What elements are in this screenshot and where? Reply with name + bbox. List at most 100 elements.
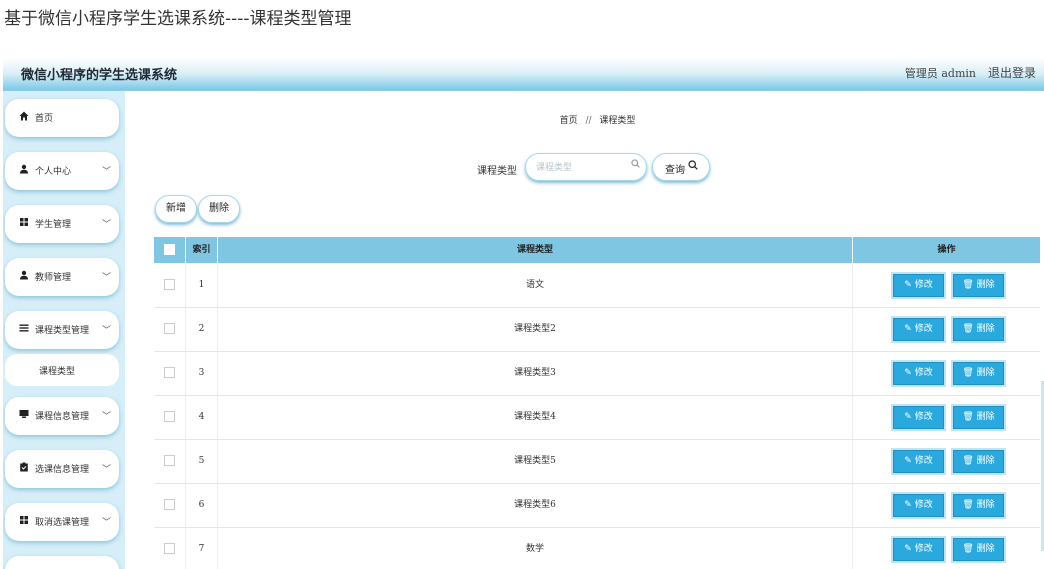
sidebar-item-home[interactable]: 首页 [5,99,119,137]
row-index: 3 [186,352,218,395]
row-select-cell [154,528,186,569]
trash-icon: 🗑 [962,412,974,422]
trash-icon: 🗑 [962,456,974,466]
edit-button[interactable]: ✎ 修改 [893,494,944,517]
edit-icon: ✎ [904,412,912,422]
sidebar-item-selection-info-management[interactable]: 选课信息管理 ﹀ [5,450,119,488]
batch-delete-button[interactable]: 删除 [198,195,240,223]
add-button[interactable]: 新增 [155,195,197,223]
table-row: 6 课程类型6 ✎ 修改 🗑 删除 [154,484,1040,528]
delete-button-label: 删除 [976,500,995,510]
row-index: 1 [186,264,218,307]
delete-button[interactable]: 🗑 删除 [953,538,1004,561]
table-row: 5 课程类型5 ✎ 修改 🗑 删除 [154,440,1040,484]
row-select-cell [154,440,186,483]
main-content: 首页 // 课程类型 课程类型 查询 新增 删除 索引 课程类型 [125,91,1044,569]
row-checkbox[interactable] [164,411,175,422]
select-all-checkbox[interactable] [164,244,175,255]
row-checkbox[interactable] [164,455,175,466]
row-operations: ✎ 修改 🗑 删除 [853,352,1040,395]
query-button[interactable]: 查询 [652,153,710,181]
edit-button[interactable]: ✎ 修改 [893,450,944,473]
search-icon [631,159,640,171]
sidebar-item-personal-center[interactable]: 个人中心 ﹀ [5,152,119,190]
home-icon [19,111,29,123]
grid-icon [19,515,29,527]
search-input[interactable] [534,159,628,176]
delete-button-label: 删除 [976,412,995,422]
breadcrumb-home[interactable]: 首页 [560,116,578,126]
row-index: 2 [186,308,218,351]
search-icon [688,160,698,173]
row-operations: ✎ 修改 🗑 删除 [853,440,1040,483]
top-bar: 微信小程序的学生选课系统 管理员 admin 退出登录 [3,58,1044,91]
chevron-down-icon: ﹀ [101,167,111,177]
chevron-down-icon: ﹀ [101,518,111,528]
current-user: 管理员 admin [904,67,976,80]
sidebar-subitem-course-type[interactable]: 课程类型 [5,354,119,386]
header-operations: 操作 [937,245,956,255]
query-button-label: 查询 [665,165,685,176]
row-operations: ✎ 修改 🗑 删除 [853,484,1040,527]
logout-link[interactable]: 退出登录 [988,64,1036,81]
row-checkbox[interactable] [164,323,175,334]
row-checkbox[interactable] [164,499,175,510]
table-row: 4 课程类型4 ✎ 修改 🗑 删除 [154,396,1040,440]
table-header: 索引 课程类型 操作 [154,237,1040,263]
edit-button[interactable]: ✎ 修改 [893,538,944,561]
header-index: 索引 [186,237,218,263]
row-course-type: 语文 [218,264,853,307]
row-checkbox[interactable] [164,543,175,554]
delete-button[interactable]: 🗑 删除 [953,318,1004,341]
delete-button[interactable]: 🗑 删除 [953,362,1004,385]
row-checkbox[interactable] [164,279,175,290]
row-index: 6 [186,484,218,527]
delete-button-label: 删除 [976,456,995,466]
edit-button-label: 修改 [914,456,933,466]
sidebar-item-label: 课程信息管理 [35,412,90,422]
edit-button[interactable]: ✎ 修改 [893,318,944,341]
sidebar-item-label: 取消选课管理 [35,518,90,528]
person-icon [19,270,29,282]
delete-button-label: 删除 [976,544,995,554]
delete-button[interactable]: 🗑 删除 [953,406,1004,429]
row-select-cell [154,484,186,527]
edit-button-label: 修改 [914,280,933,290]
delete-button[interactable]: 🗑 删除 [953,494,1004,517]
trash-icon: 🗑 [962,324,974,334]
sidebar-item-course-type-management[interactable]: 课程类型管理 ﹀ [5,311,119,349]
chevron-down-icon: ﹀ [101,220,111,230]
trash-icon: 🗑 [962,280,974,290]
row-checkbox[interactable] [164,367,175,378]
sidebar-item-teacher-management[interactable]: 教师管理 ﹀ [5,258,119,296]
chevron-down-icon: ﹀ [101,412,111,422]
delete-button[interactable]: 🗑 删除 [953,450,1004,473]
row-select-cell [154,396,186,439]
table-row: 3 课程类型3 ✎ 修改 🗑 删除 [154,352,1040,396]
select-all-cell [154,237,186,263]
row-index: 5 [186,440,218,483]
edit-button[interactable]: ✎ 修改 [893,406,944,429]
chevron-down-icon: ﹀ [101,465,111,475]
edit-button-label: 修改 [914,544,933,554]
sidebar-item-cancel-selection-management[interactable]: 取消选课管理 ﹀ [5,503,119,541]
monitor-icon [19,409,29,421]
trash-icon: 🗑 [962,544,974,554]
row-course-type: 数学 [218,528,853,569]
sidebar-item-course-info-management[interactable]: 课程信息管理 ﹀ [5,397,119,435]
delete-button[interactable]: 🗑 删除 [953,274,1004,297]
edit-button-label: 修改 [914,500,933,510]
edit-button[interactable]: ✎ 修改 [893,274,944,297]
sidebar-item-student-management[interactable]: 学生管理 ﹀ [5,205,119,243]
sidebar-subitem-label: 课程类型 [39,367,76,377]
sidebar-item-partial[interactable] [5,556,119,569]
row-course-type: 课程类型6 [218,484,853,527]
edit-button[interactable]: ✎ 修改 [893,362,944,385]
breadcrumb-current: 课程类型 [599,116,636,126]
trash-icon: 🗑 [962,500,974,510]
breadcrumb: 首页 // 课程类型 [125,113,1044,126]
edit-button-label: 修改 [914,368,933,378]
row-course-type: 课程类型4 [218,396,853,439]
sidebar-item-label: 学生管理 [35,220,72,230]
header-course-type: 课程类型 [218,237,853,263]
